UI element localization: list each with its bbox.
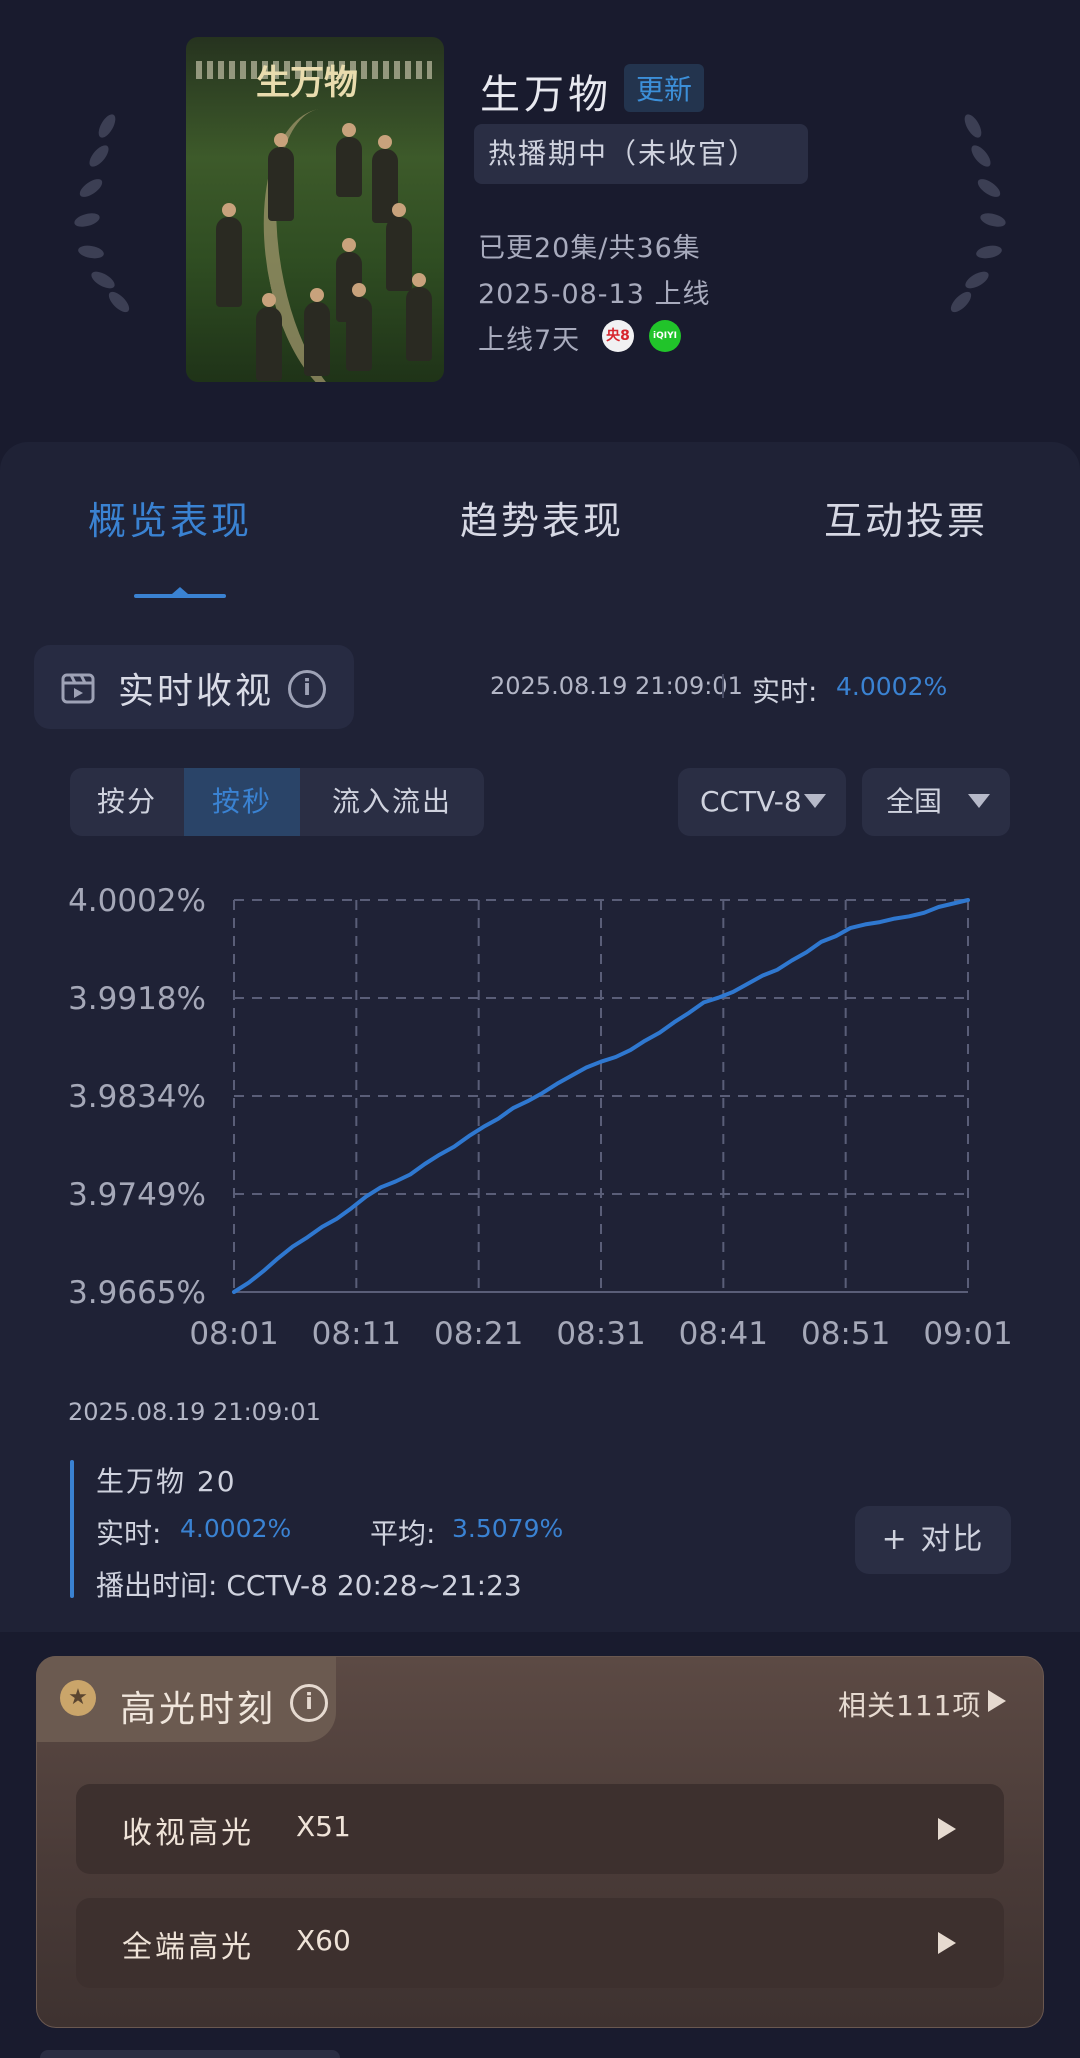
highlight-label: 收视高光 (122, 1816, 254, 1851)
detail-airtime: 播出时间: CCTV-8 20:28~21:23 (96, 1569, 522, 1602)
y-tick-label: 3.9834% (68, 1079, 206, 1115)
tab-vote[interactable]: 互动投票 (824, 490, 988, 545)
update-badge: 更新 (624, 64, 705, 112)
highlight-label: 全端高光 (122, 1930, 254, 1965)
status-badge: 热播期中（未收官） (474, 124, 808, 184)
detail-realtime-value: 4.0002% (180, 1514, 292, 1543)
segment-by-minute[interactable]: 按分 (70, 768, 184, 836)
highlight-row-ratings[interactable]: 收视高光 X51 (76, 1784, 1004, 1874)
episode-count: 已更20集/共36集 (478, 233, 701, 264)
compare-button[interactable]: + 对比 (855, 1506, 1011, 1574)
play-arrow-icon (938, 1932, 956, 1954)
chevron-down-icon (804, 794, 826, 808)
divider (722, 674, 724, 698)
show-title: 生万物 (480, 72, 612, 118)
tab-overview[interactable]: 概览表现 (88, 490, 252, 545)
info-icon[interactable]: i (288, 670, 326, 708)
detail-average-value: 3.5079% (452, 1514, 564, 1543)
highlights-related-link[interactable]: 相关111项 (838, 1684, 981, 1724)
detail-episode: 生万物 20 (96, 1465, 237, 1498)
star-icon: ★ (60, 1680, 96, 1716)
x-tick-label: 08:31 (556, 1316, 645, 1352)
region-dropdown[interactable]: 全国 (862, 768, 1010, 836)
channel-dropdown[interactable]: CCTV-8 (678, 768, 846, 836)
detail-realtime-label: 实时: (96, 1517, 162, 1550)
next-card-edge (40, 2050, 340, 2058)
y-tick-label: 3.9749% (68, 1177, 206, 1213)
tab-trend[interactable]: 趋势表现 (460, 490, 624, 545)
y-tick-label: 3.9918% (68, 981, 206, 1017)
play-arrow-icon[interactable] (988, 1690, 1006, 1712)
tv-icon (61, 673, 95, 704)
detail-timestamp: 2025.08.19 21:09:01 (68, 1398, 321, 1426)
highlights-title: 高光时刻 (120, 1689, 277, 1730)
highlight-count: X60 (296, 1924, 351, 1957)
x-tick-label: 08:21 (434, 1316, 523, 1352)
play-arrow-icon (938, 1818, 956, 1840)
tab-underline (134, 587, 226, 598)
chevron-down-icon (968, 794, 990, 808)
realtime-label: 实时: (752, 675, 818, 708)
region-value: 全国 (886, 785, 943, 818)
laurel-left-icon (66, 110, 133, 320)
y-tick-label: 4.0002% (68, 883, 206, 919)
detail-average-label: 平均: (370, 1517, 436, 1550)
detail-accent-bar (70, 1460, 74, 1598)
channel-value: CCTV-8 (700, 785, 802, 818)
highlight-count: X51 (296, 1810, 351, 1843)
highlight-row-all-platform[interactable]: 全端高光 X60 (76, 1898, 1004, 1988)
realtime-timestamp: 2025.08.19 21:09:01 (490, 672, 743, 700)
x-tick-label: 09:01 (923, 1316, 1012, 1352)
poster-title: 生万物 (256, 63, 358, 103)
premiere-date: 2025-08-13 上线 (478, 279, 711, 310)
x-tick-label: 08:01 (189, 1316, 278, 1352)
x-tick-label: 08:41 (679, 1316, 768, 1352)
show-poster[interactable]: 生万物 (186, 37, 444, 382)
iqiyi-icon: iQIYI (649, 320, 681, 352)
x-tick-label: 08:51 (801, 1316, 890, 1352)
laurel-right-icon (947, 110, 1014, 320)
cctv8-icon: 央8 (602, 320, 634, 352)
realtime-title: 实时收视 (118, 671, 275, 712)
segment-flow[interactable]: 流入流出 (300, 768, 484, 836)
y-tick-label: 3.9665% (68, 1275, 206, 1311)
info-icon[interactable]: i (290, 1684, 328, 1722)
ratings-line-chart: 4.0002% 3.9918% 3.9834% 3.9749% 3.9665% 08:01… (68, 883, 1013, 1352)
segment-by-second[interactable]: 按秒 (184, 768, 300, 836)
realtime-value: 4.0002% (836, 672, 948, 701)
days-online: 上线7天 (478, 325, 581, 356)
x-tick-label: 08:11 (312, 1316, 401, 1352)
